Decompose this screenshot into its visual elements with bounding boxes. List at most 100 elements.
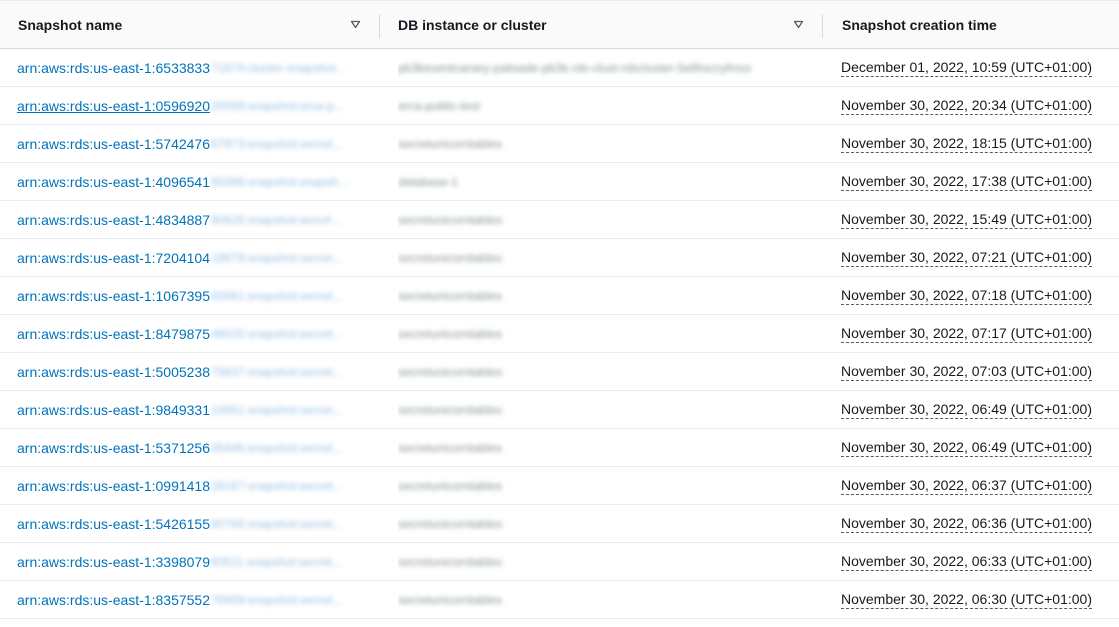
- creation-time-value[interactable]: November 30, 2022, 06:49 (UTC+01:00): [841, 401, 1092, 419]
- creation-time-value[interactable]: November 30, 2022, 17:38 (UTC+01:00): [841, 173, 1092, 191]
- table-row[interactable]: arn:aws:rds:us-east-1:5005238 79837:snaps…: [0, 353, 1119, 391]
- table-row[interactable]: arn:aws:rds:us-east-1:8479875 49025:snaps…: [0, 315, 1119, 353]
- snapshot-arn-redacted[interactable]: 05445:snapshot:secret...: [211, 441, 342, 455]
- table-row[interactable]: arn:aws:rds:us-east-1:1067395 83061:snaps…: [0, 277, 1119, 315]
- column-header-snapshot-name[interactable]: Snapshot name: [0, 1, 379, 49]
- db-instance-cell: secretunicorntables: [398, 581, 808, 618]
- snapshot-arn-link[interactable]: arn:aws:rds:us-east-1:8479875: [17, 326, 210, 342]
- db-instance-cell: erca-public-test: [398, 87, 808, 124]
- snapshot-arn-link[interactable]: arn:aws:rds:us-east-1:1067395: [17, 288, 210, 304]
- snapshot-arn-redacted[interactable]: 93511:snapshot:secret...: [211, 555, 342, 569]
- db-instance-cell: secretunicorntables: [398, 277, 808, 314]
- creation-time-cell: December 01, 2022, 10:59 (UTC+01:00): [841, 49, 1111, 86]
- table-row[interactable]: arn:aws:rds:us-east-1:4834887 80626:snaps…: [0, 201, 1119, 239]
- creation-time-value[interactable]: November 30, 2022, 07:03 (UTC+01:00): [841, 363, 1092, 381]
- creation-time-cell: November 30, 2022, 06:36 (UTC+01:00): [841, 505, 1111, 542]
- creation-time-value[interactable]: November 30, 2022, 06:49 (UTC+01:00): [841, 439, 1092, 457]
- snapshot-name-cell: arn:aws:rds:us-east-1:7204104 18679:snaps…: [17, 239, 362, 276]
- snapshot-arn-link[interactable]: arn:aws:rds:us-east-1:0991418: [17, 478, 210, 494]
- snapshot-arn-redacted[interactable]: 79837:snapshot:secret...: [211, 365, 342, 379]
- snapshot-arn-redacted[interactable]: 18679:snapshot:secret...: [211, 251, 342, 265]
- creation-time-value[interactable]: November 30, 2022, 06:37 (UTC+01:00): [841, 477, 1092, 495]
- snapshot-name-cell: arn:aws:rds:us-east-1:4834887 80626:snaps…: [17, 201, 362, 238]
- column-header-creation-time[interactable]: Snapshot creation time: [823, 1, 1119, 49]
- db-instance-cell: secretunicorntables: [398, 239, 808, 276]
- table-row[interactable]: arn:aws:rds:us-east-1:6533833 71674:clust…: [0, 49, 1119, 87]
- snapshot-arn-link[interactable]: arn:aws:rds:us-east-1:5742476: [17, 136, 210, 152]
- snapshot-name-cell: arn:aws:rds:us-east-1:9849331 10651:snaps…: [17, 391, 362, 428]
- creation-time-cell: November 30, 2022, 06:33 (UTC+01:00): [841, 543, 1111, 580]
- snapshot-arn-redacted[interactable]: 83061:snapshot:secret...: [211, 289, 342, 303]
- snapshot-arn-redacted[interactable]: 76909:snapshot:secret...: [211, 593, 342, 607]
- db-instance-cell: secretunicorntables: [398, 505, 808, 542]
- db-instance-redacted: erca-public-test: [398, 98, 481, 113]
- creation-time-cell: November 30, 2022, 07:03 (UTC+01:00): [841, 353, 1111, 390]
- sort-caret-down-icon[interactable]: [350, 19, 361, 30]
- creation-time-value[interactable]: November 30, 2022, 07:21 (UTC+01:00): [841, 249, 1092, 267]
- table-row[interactable]: arn:aws:rds:us-east-1:4096541 85086:snaps…: [0, 163, 1119, 201]
- snapshot-arn-link[interactable]: arn:aws:rds:us-east-1:9849331: [17, 402, 210, 418]
- snapshot-arn-redacted[interactable]: 28167:snapshot:secret...: [211, 479, 342, 493]
- creation-time-value[interactable]: November 30, 2022, 07:17 (UTC+01:00): [841, 325, 1092, 343]
- snapshot-arn-redacted[interactable]: 10651:snapshot:secret...: [211, 403, 342, 417]
- snapshot-name-cell: arn:aws:rds:us-east-1:1067395 83061:snaps…: [17, 277, 362, 314]
- column-header-label: Snapshot creation time: [842, 17, 997, 33]
- snapshot-arn-link[interactable]: arn:aws:rds:us-east-1:6533833: [17, 60, 210, 76]
- snapshot-arn-link[interactable]: arn:aws:rds:us-east-1:7204104: [17, 250, 210, 266]
- db-instance-redacted: secretunicorntables: [398, 402, 503, 417]
- table-row[interactable]: arn:aws:rds:us-east-1:5742476 67973:snaps…: [0, 125, 1119, 163]
- snapshot-arn-redacted[interactable]: 80766:snapshot:secret...: [211, 517, 342, 531]
- db-instance-redacted: secretunicorntables: [398, 516, 503, 531]
- snapshot-name-cell: arn:aws:rds:us-east-1:3398079 93511:snaps…: [17, 543, 362, 580]
- creation-time-value[interactable]: November 30, 2022, 18:15 (UTC+01:00): [841, 135, 1092, 153]
- snapshot-arn-redacted[interactable]: 71674:cluster-snapshot...: [211, 61, 346, 75]
- snapshot-arn-redacted[interactable]: 67973:snapshot:secret...: [211, 137, 342, 151]
- table-row[interactable]: arn:aws:rds:us-east-1:9849331 10651:snaps…: [0, 391, 1119, 429]
- creation-time-cell: November 30, 2022, 20:34 (UTC+01:00): [841, 87, 1111, 124]
- creation-time-value[interactable]: November 30, 2022, 15:49 (UTC+01:00): [841, 211, 1092, 229]
- snapshot-arn-redacted[interactable]: 20058:snapshot:erca-p...: [211, 99, 344, 113]
- snapshot-name-cell: arn:aws:rds:us-east-1:0991418 28167:snaps…: [17, 467, 362, 504]
- snapshot-arn-link[interactable]: arn:aws:rds:us-east-1:4834887: [17, 212, 210, 228]
- db-instance-cell: secretunicorntables: [398, 543, 808, 580]
- creation-time-cell: November 30, 2022, 18:15 (UTC+01:00): [841, 125, 1111, 162]
- table-row[interactable]: arn:aws:rds:us-east-1:0596920 20058:snaps…: [0, 87, 1119, 125]
- creation-time-cell: November 30, 2022, 17:38 (UTC+01:00): [841, 163, 1111, 200]
- table-row[interactable]: arn:aws:rds:us-east-1:5426155 80766:snaps…: [0, 505, 1119, 543]
- creation-time-cell: November 30, 2022, 07:17 (UTC+01:00): [841, 315, 1111, 352]
- snapshot-arn-redacted[interactable]: 80626:snapshot:wcnvf...: [211, 213, 340, 227]
- creation-time-cell: November 30, 2022, 06:49 (UTC+01:00): [841, 429, 1111, 466]
- snapshot-arn-redacted[interactable]: 49025:snapshot:secret...: [211, 327, 342, 341]
- snapshot-arn-link[interactable]: arn:aws:rds:us-east-1:5005238: [17, 364, 210, 380]
- creation-time-value[interactable]: November 30, 2022, 07:18 (UTC+01:00): [841, 287, 1092, 305]
- table-row[interactable]: arn:aws:rds:us-east-1:0991418 28167:snaps…: [0, 467, 1119, 505]
- creation-time-value[interactable]: December 01, 2022, 10:59 (UTC+01:00): [841, 59, 1092, 77]
- snapshot-arn-link[interactable]: arn:aws:rds:us-east-1:3398079: [17, 554, 210, 570]
- creation-time-value[interactable]: November 30, 2022, 06:30 (UTC+01:00): [841, 591, 1092, 609]
- db-instance-redacted: secretunicorntables: [398, 554, 503, 569]
- snapshot-name-cell: arn:aws:rds:us-east-1:6533833 71674:clust…: [17, 49, 362, 86]
- creation-time-cell: November 30, 2022, 07:18 (UTC+01:00): [841, 277, 1111, 314]
- creation-time-value[interactable]: November 30, 2022, 06:36 (UTC+01:00): [841, 515, 1092, 533]
- db-instance-cell: secretunicorntables: [398, 315, 808, 352]
- db-instance-redacted: secretunicorntables: [398, 592, 503, 607]
- snapshot-arn-link[interactable]: arn:aws:rds:us-east-1:5426155: [17, 516, 210, 532]
- creation-time-value[interactable]: November 30, 2022, 06:33 (UTC+01:00): [841, 553, 1092, 571]
- column-header-db-instance[interactable]: DB instance or cluster: [380, 1, 822, 49]
- snapshot-arn-link[interactable]: arn:aws:rds:us-east-1:4096541: [17, 174, 210, 190]
- snapshot-arn-link[interactable]: arn:aws:rds:us-east-1:0596920: [17, 98, 210, 114]
- table-row[interactable]: arn:aws:rds:us-east-1:5371256 05445:snaps…: [0, 429, 1119, 467]
- snapshot-arn-link[interactable]: arn:aws:rds:us-east-1:8357552: [17, 592, 210, 608]
- creation-time-cell: November 30, 2022, 07:21 (UTC+01:00): [841, 239, 1111, 276]
- sort-caret-down-icon[interactable]: [793, 19, 804, 30]
- snapshot-name-cell: arn:aws:rds:us-east-1:5371256 05445:snaps…: [17, 429, 362, 466]
- db-instance-redacted: secretunicorntables: [398, 288, 503, 303]
- table-row[interactable]: arn:aws:rds:us-east-1:7204104 18679:snaps…: [0, 239, 1119, 277]
- table-row[interactable]: arn:aws:rds:us-east-1:8357552 76909:snaps…: [0, 581, 1119, 619]
- db-instance-redacted: secretunicorntables: [398, 364, 503, 379]
- snapshot-arn-redacted[interactable]: 85086:snapshot:snapsh...: [211, 175, 348, 189]
- snapshot-arn-link[interactable]: arn:aws:rds:us-east-1:5371256: [17, 440, 210, 456]
- table-row[interactable]: arn:aws:rds:us-east-1:3398079 93511:snaps…: [0, 543, 1119, 581]
- snapshots-table: Snapshot name DB instance or cluster Sna…: [0, 0, 1119, 627]
- creation-time-value[interactable]: November 30, 2022, 20:34 (UTC+01:00): [841, 97, 1092, 115]
